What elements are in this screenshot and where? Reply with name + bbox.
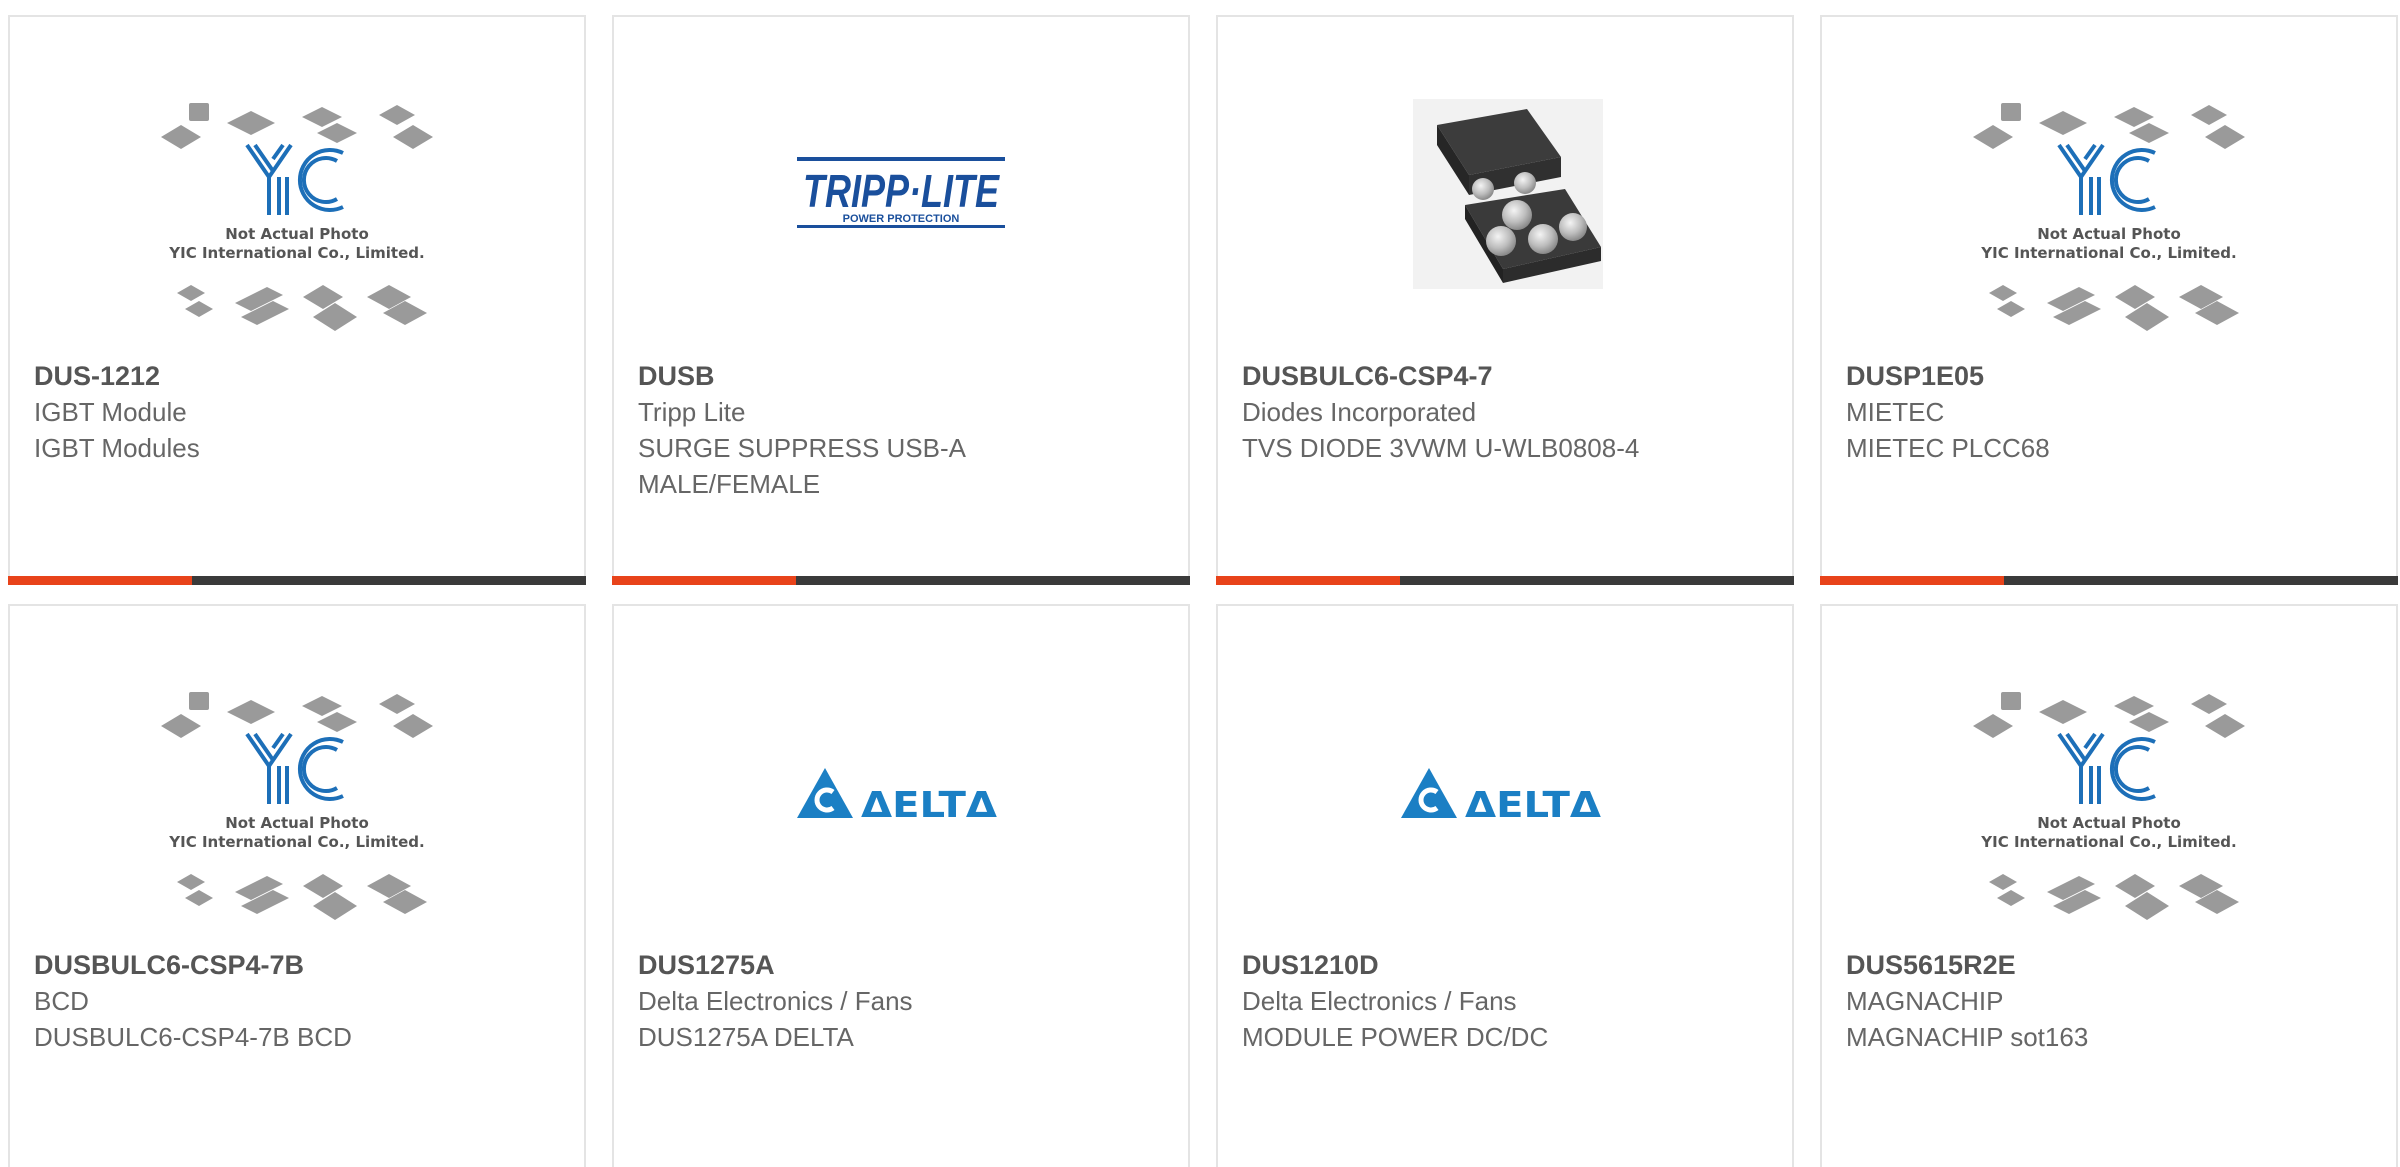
yic-placeholder-image: Not Actual Photo YIC International Co., …: [1973, 103, 2245, 331]
part-number[interactable]: DUS1210D: [1242, 947, 1662, 983]
description: DUS1275A DELTA: [638, 1022, 854, 1052]
package-icons-bottom: [1989, 874, 2239, 920]
manufacturer: MIETEC: [1846, 397, 1945, 427]
part-number[interactable]: DUSP1E05: [1846, 358, 2266, 394]
yic-placeholder-image: Not Actual Photo YIC International Co., …: [1973, 692, 2245, 920]
delta-logo-text: ΔELTΔ: [861, 785, 997, 826]
product-image[interactable]: Not Actual Photo YIC International Co., …: [10, 97, 584, 357]
product-card[interactable]: Not Actual Photo YIC International Co., …: [8, 604, 586, 1167]
product-image[interactable]: ΔELTΔ: [1218, 686, 1792, 946]
product-card[interactable]: Not Actual Photo YIC International Co., …: [1820, 15, 2398, 585]
card-accent: [1820, 576, 2004, 585]
card-accent: [1216, 576, 1400, 585]
placeholder-line2: YIC International Co., Limited.: [1980, 833, 2236, 851]
yic-logo: [2057, 732, 2156, 804]
product-image[interactable]: Not Actual Photo YIC International Co., …: [10, 686, 584, 946]
product-info: DUS5615R2E MAGNACHIP MAGNACHIP sot163: [1846, 947, 2266, 1055]
placeholder-line2: YIC International Co., Limited.: [168, 244, 424, 262]
card-bottom-bar: [8, 576, 586, 585]
product-grid: Not Actual Photo YIC International Co., …: [0, 0, 2400, 1167]
part-number[interactable]: DUSB: [638, 358, 1058, 394]
manufacturer: IGBT Module: [34, 397, 187, 427]
product-card[interactable]: TRIPP·LITE POWER PROTECTION DUSB Tripp L…: [612, 15, 1190, 585]
manufacturer: Tripp Lite: [638, 397, 746, 427]
manufacturer: BCD: [34, 986, 89, 1016]
product-info: DUS-1212 IGBT Module IGBT Modules: [34, 358, 454, 466]
tripp-lite-logo-text: TRIPP·LITE: [803, 165, 1000, 217]
yic-placeholder-image: Not Actual Photo YIC International Co., …: [161, 103, 433, 331]
tripp-lite-logo-subtext: POWER PROTECTION: [843, 213, 960, 225]
placeholder-line2: YIC International Co., Limited.: [168, 833, 424, 851]
product-image[interactable]: Not Actual Photo YIC International Co., …: [1822, 97, 2396, 357]
description: MAGNACHIP sot163: [1846, 1022, 2089, 1052]
manufacturer: Diodes Incorporated: [1242, 397, 1477, 427]
placeholder-line1: Not Actual Photo: [225, 814, 369, 832]
package-icons-top: [1973, 692, 2245, 738]
product-info: DUS1275A Delta Electronics / Fans DUS127…: [638, 947, 1058, 1055]
product-card[interactable]: Not Actual Photo YIC International Co., …: [8, 15, 586, 585]
description: MIETEC PLCC68: [1846, 433, 2050, 463]
part-number[interactable]: DUSBULC6-CSP4-7B: [34, 947, 454, 983]
package-icons-bottom: [177, 874, 427, 920]
card-accent: [612, 576, 796, 585]
card-bottom-bar: [1820, 576, 2398, 585]
product-card[interactable]: ΔELTΔ DUS1275A Delta Electronics / Fans …: [612, 604, 1190, 1167]
delta-logo-text: ΔELTΔ: [1465, 785, 1601, 826]
description: IGBT Modules: [34, 433, 200, 463]
description: TVS DIODE 3VWM U-WLB0808-4: [1242, 433, 1640, 463]
package-icons-top: [1973, 103, 2245, 149]
product-image[interactable]: [1218, 97, 1792, 357]
product-card[interactable]: DUSBULC6-CSP4-7 Diodes Incorporated TVS …: [1216, 15, 1794, 585]
package-icons-bottom: [177, 285, 427, 331]
product-info: DUSBULC6-CSP4-7 Diodes Incorporated TVS …: [1242, 358, 1662, 466]
yic-logo: [2057, 143, 2156, 215]
description: MODULE POWER DC/DC: [1242, 1022, 1549, 1052]
yic-logo: [245, 143, 344, 215]
product-info: DUSP1E05 MIETEC MIETEC PLCC68: [1846, 358, 2266, 466]
part-number[interactable]: DUS-1212: [34, 358, 454, 394]
description: SURGE SUPPRESS USB-A MALE/FEMALE: [638, 433, 965, 499]
manufacturer: Delta Electronics / Fans: [638, 986, 913, 1016]
manufacturer: MAGNACHIP: [1846, 986, 2004, 1016]
card-bottom-bar: [612, 576, 1190, 585]
chip-photo-image: [1413, 99, 1603, 289]
delta-logo-image: ΔELTΔ: [1401, 768, 1601, 826]
placeholder-line1: Not Actual Photo: [2037, 814, 2181, 832]
package-icons-top: [161, 103, 433, 149]
part-number[interactable]: DUSBULC6-CSP4-7: [1242, 358, 1662, 394]
product-card[interactable]: Not Actual Photo YIC International Co., …: [1820, 604, 2398, 1167]
placeholder-line2: YIC International Co., Limited.: [1980, 244, 2236, 262]
description: DUSBULC6-CSP4-7B BCD: [34, 1022, 352, 1052]
package-icons-top: [161, 692, 433, 738]
placeholder-line1: Not Actual Photo: [2037, 225, 2181, 243]
part-number[interactable]: DUS1275A: [638, 947, 1058, 983]
product-image[interactable]: Not Actual Photo YIC International Co., …: [1822, 686, 2396, 946]
tripp-lite-logo-image: TRIPP·LITE POWER PROTECTION: [797, 157, 1005, 228]
placeholder-line1: Not Actual Photo: [225, 225, 369, 243]
yic-placeholder-image: Not Actual Photo YIC International Co., …: [161, 692, 433, 920]
yic-logo: [245, 732, 344, 804]
part-number[interactable]: DUS5615R2E: [1846, 947, 2266, 983]
product-image[interactable]: TRIPP·LITE POWER PROTECTION: [614, 97, 1188, 357]
product-image[interactable]: ΔELTΔ: [614, 686, 1188, 946]
delta-logo-image: ΔELTΔ: [797, 768, 997, 826]
package-icons-bottom: [1989, 285, 2239, 331]
product-card[interactable]: ΔELTΔ DUS1210D Delta Electronics / Fans …: [1216, 604, 1794, 1167]
card-bottom-bar: [1216, 576, 1794, 585]
card-accent: [8, 576, 192, 585]
product-info: DUSB Tripp Lite SURGE SUPPRESS USB-A MAL…: [638, 358, 1058, 502]
product-info: DUS1210D Delta Electronics / Fans MODULE…: [1242, 947, 1662, 1055]
product-info: DUSBULC6-CSP4-7B BCD DUSBULC6-CSP4-7B BC…: [34, 947, 454, 1055]
manufacturer: Delta Electronics / Fans: [1242, 986, 1517, 1016]
